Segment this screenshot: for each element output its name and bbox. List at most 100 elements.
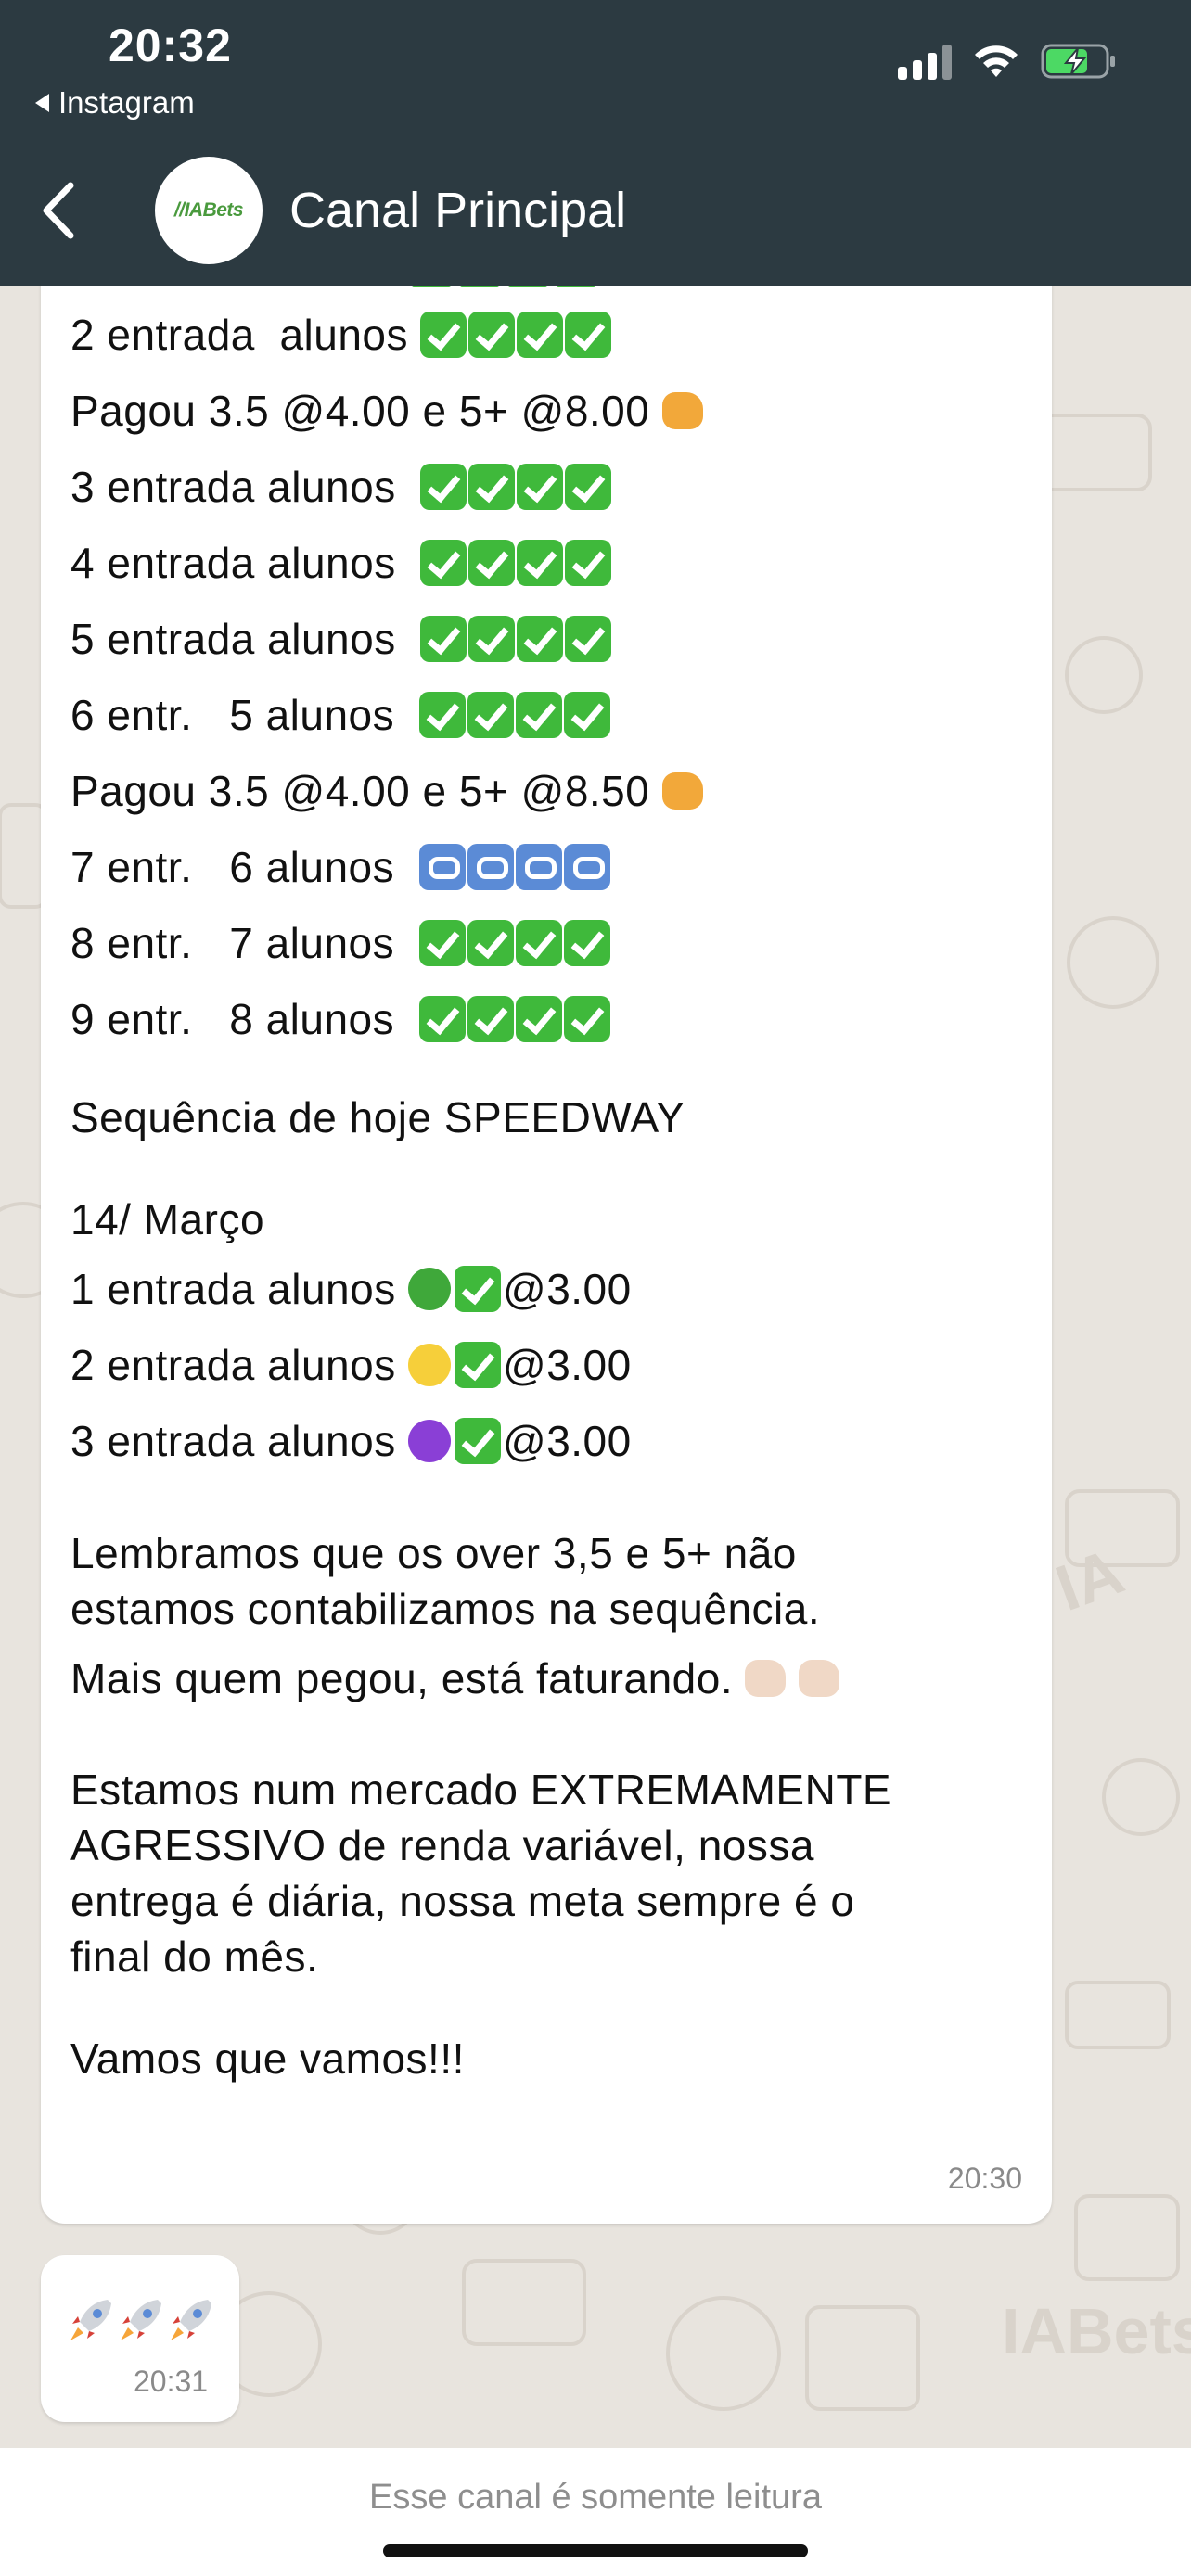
status-time: 20:32 <box>109 19 232 71</box>
repeat-icon <box>418 843 466 890</box>
rocket-message-bubble[interactable]: 20:31 <box>41 2255 239 2422</box>
rocket-icon <box>67 2296 115 2344</box>
check-mark-icon <box>565 311 612 358</box>
colored-circle-icon <box>408 1267 451 1310</box>
back-triangle-icon <box>35 94 49 112</box>
back-to-app-link[interactable]: Instagram <box>35 85 195 121</box>
home-indicator[interactable] <box>383 2544 808 2557</box>
check-mark-icon <box>517 539 564 586</box>
battery-charging-icon <box>1041 43 1117 80</box>
today-entry-text: 3 entrada alunos <box>70 1417 396 1465</box>
result-line: 9 entr. 8 alunos <box>70 994 612 1046</box>
check-mark-icon <box>517 311 564 358</box>
check-mark-icon <box>563 691 610 738</box>
today-entry-text: 2 entrada alunos <box>70 1341 396 1389</box>
check-mark-icon <box>408 286 455 287</box>
check-mark-icon <box>515 691 562 738</box>
rocket-icon <box>117 2296 165 2344</box>
result-line-text: Pagou 3.5 @4.00 e 5+ @8.50 <box>70 767 650 815</box>
paragraph-1-line-2: estamos contabilizamos na sequência. <box>70 1585 821 1633</box>
check-mark-icon <box>418 995 466 1042</box>
wifi-icon <box>972 44 1020 79</box>
today-entry-odds: @3.00 <box>503 1417 632 1465</box>
result-line: 4 entrada alunos <box>70 538 613 590</box>
result-line-text: 8 entr. 7 alunos <box>70 919 407 967</box>
check-mark-icon <box>455 1341 501 1388</box>
check-mark-icon <box>455 1265 501 1312</box>
back-app-label: Instagram <box>58 85 195 120</box>
paragraph-2-line-1: Estamos num mercado EXTREMAMENTE <box>70 1766 892 1814</box>
today-entry-odds: @3.00 <box>503 1341 632 1389</box>
today-entry-text: 1 entrada alunos <box>70 1265 396 1313</box>
colored-circle-icon <box>408 1343 451 1386</box>
channel-title[interactable]: Canal Principal <box>289 182 626 239</box>
result-line-text: 7 entr. 6 alunos <box>70 843 407 891</box>
check-mark-icon <box>420 463 467 510</box>
paragraph-1-line-3: Mais quem pegou, está faturando. <box>70 1653 839 1703</box>
result-line: 6 entr. 5 alunos <box>70 690 612 742</box>
result-line: Pagou 3.5 @4.00 e 5+ @8.00 <box>70 386 703 436</box>
check-mark-icon <box>468 311 516 358</box>
paragraph-1-line-3-text: Mais quem pegou, está faturando. <box>70 1654 734 1702</box>
rocket-icon <box>167 2296 215 2344</box>
fist-bump-icon <box>661 391 703 429</box>
check-mark-icon <box>455 1417 501 1464</box>
paragraph-2-line-3: entrega é diária, nossa meta sempre é o <box>70 1877 855 1925</box>
fist-bump-icon <box>661 772 703 810</box>
read-only-notice: Esse canal é somente leitura <box>369 2478 822 2517</box>
result-line: 3 entrada alunos <box>70 462 613 514</box>
check-mark-icon <box>420 311 467 358</box>
check-mark-icon <box>505 286 551 287</box>
result-line-text: 4 entrada alunos <box>70 539 408 587</box>
check-mark-icon <box>468 463 516 510</box>
result-line-text: 9 entr. 8 alunos <box>70 995 407 1043</box>
result-line: 8 entr. 7 alunos <box>70 918 612 970</box>
result-line: Pagou 3.5 @4.00 e 5+ @8.50 <box>70 766 703 816</box>
result-line-text: Pagou 3.5 @4.00 e 5+ @8.00 <box>70 387 650 435</box>
check-mark-icon <box>467 691 514 738</box>
today-entry-line: 2 entrada alunos @3.00 <box>70 1340 632 1392</box>
avatar-logo-text: //IABets <box>173 199 244 221</box>
result-line: 5 entrada alunos <box>70 614 613 666</box>
paragraph-2-line-4: final do mês. <box>70 1932 319 1981</box>
result-line-text: 1 entrada alunos <box>70 286 396 288</box>
rocket-emojis <box>67 2296 215 2344</box>
check-mark-icon <box>418 691 466 738</box>
rocket-message-time: 20:31 <box>134 2365 209 2398</box>
paragraph-2-line-2: AGRESSIVO de renda variável, nossa <box>70 1821 814 1869</box>
check-mark-icon <box>420 615 467 662</box>
check-mark-icon <box>456 286 503 287</box>
repeat-icon <box>515 843 562 890</box>
svg-text:IABets: IABets <box>1002 2295 1191 2367</box>
check-mark-icon <box>515 919 562 966</box>
read-only-footer: Esse canal é somente leitura <box>0 2448 1191 2576</box>
check-mark-icon <box>468 539 516 586</box>
check-mark-icon <box>565 539 612 586</box>
back-button[interactable] <box>37 178 83 243</box>
fist-bump-icon <box>798 1659 839 1697</box>
closing-line: Vamos que vamos!!! <box>70 2034 465 2083</box>
result-line: 7 entr. 6 alunos <box>70 842 612 894</box>
channel-avatar[interactable]: //IABets <box>155 157 263 264</box>
svg-text:IA: IA <box>1046 1535 1132 1625</box>
check-mark-icon <box>467 919 514 966</box>
check-mark-icon <box>517 615 564 662</box>
result-line-text: 5 entrada alunos <box>70 615 408 663</box>
check-mark-icon <box>565 463 612 510</box>
result-line-text: 6 entr. 5 alunos <box>70 691 407 739</box>
check-mark-icon <box>467 995 514 1042</box>
check-mark-icon <box>515 995 562 1042</box>
check-mark-icon <box>418 919 466 966</box>
repeat-icon <box>467 843 514 890</box>
message-bubble[interactable]: Sequência de hoje SPEEDWAY 14/ Março Lem… <box>41 286 1052 2224</box>
check-mark-icon <box>468 615 516 662</box>
chevron-left-icon <box>43 182 74 239</box>
result-line: 2 entrada alunos <box>70 310 613 362</box>
chat-area[interactable]: IA IABets Sequência de hoje SPEEDWAY 14/… <box>0 286 1191 2448</box>
repeat-icon <box>563 843 610 890</box>
message-time: 20:30 <box>947 2162 1022 2195</box>
sequence-title: Sequência de hoje SPEEDWAY <box>70 1093 685 1141</box>
check-mark-icon <box>563 919 610 966</box>
result-line-text: 3 entrada alunos <box>70 463 408 511</box>
today-entry-odds: @3.00 <box>503 1265 632 1313</box>
